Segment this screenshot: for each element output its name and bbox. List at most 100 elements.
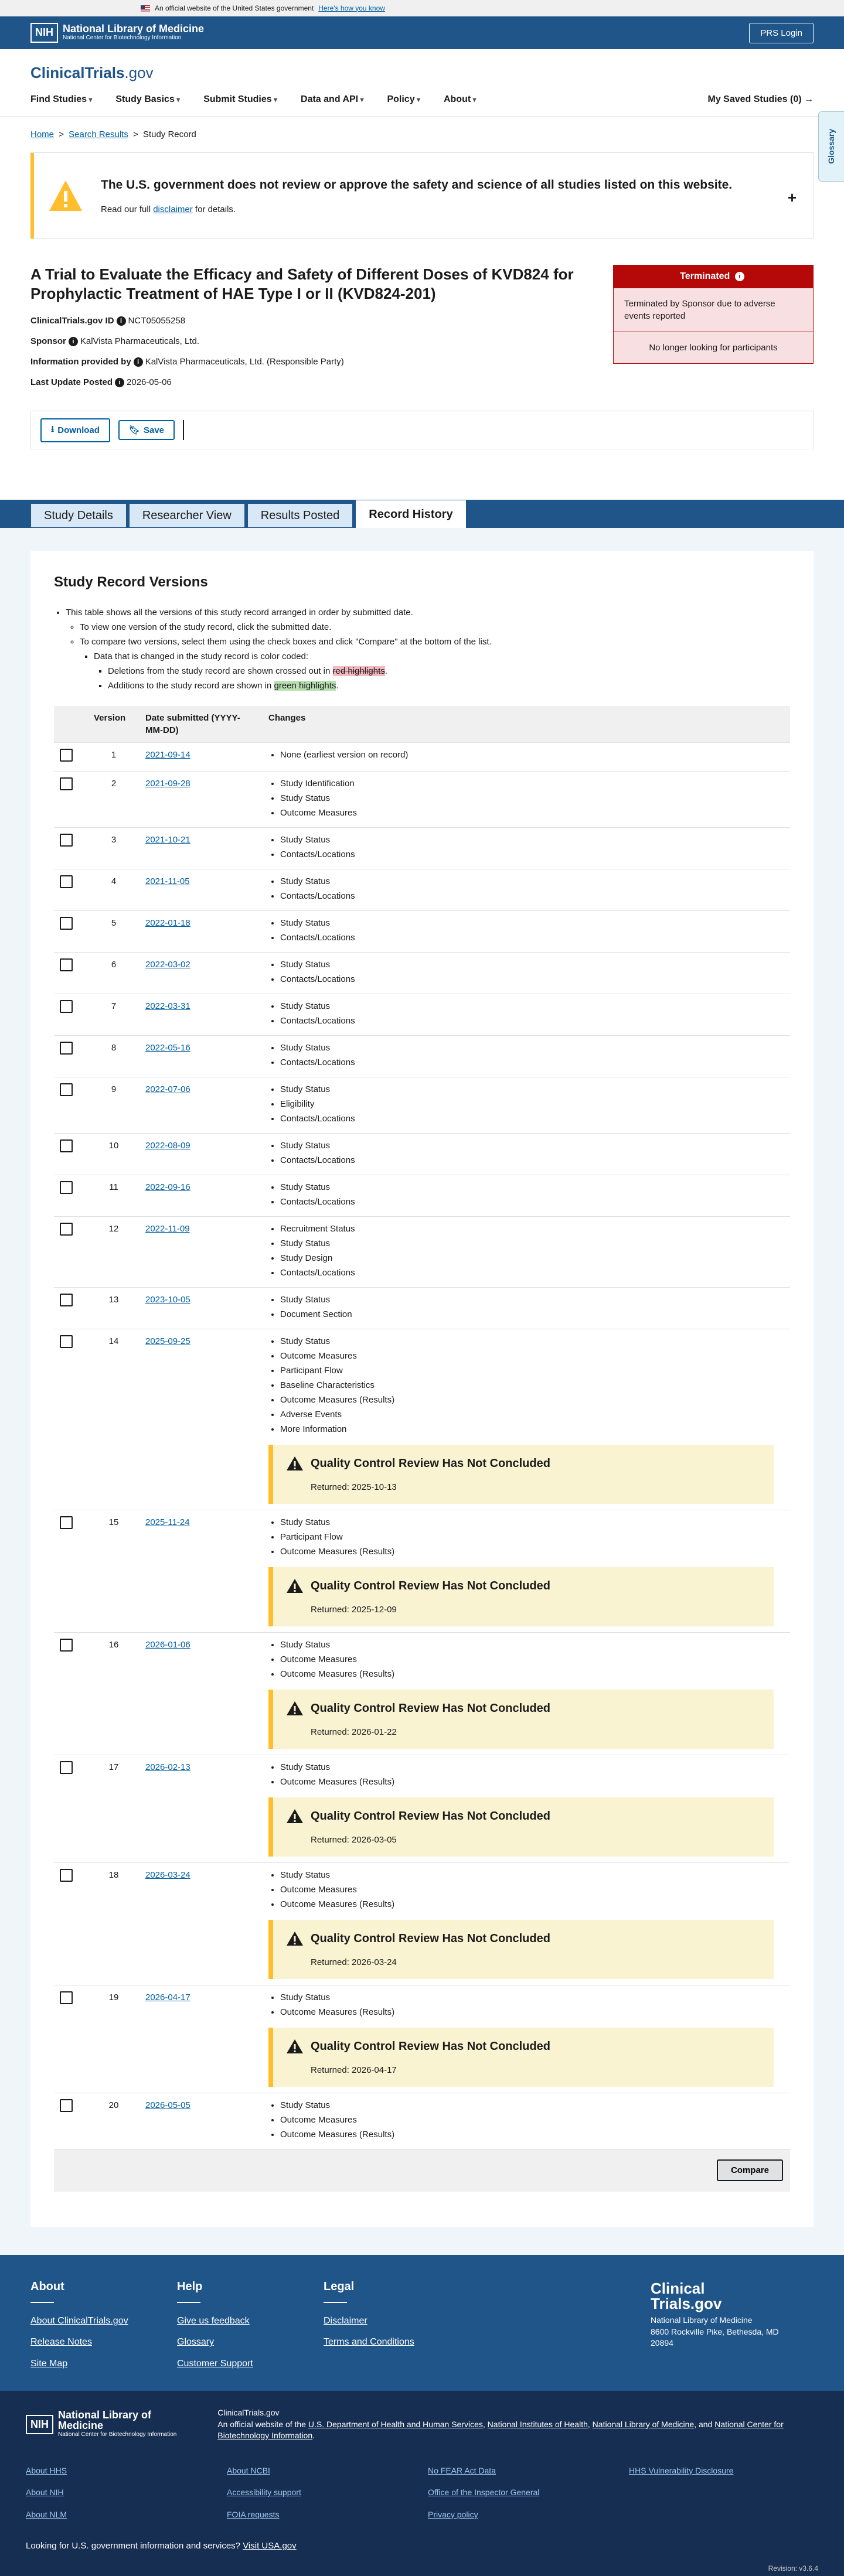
- footer-link[interactable]: About ClinicalTrials.gov: [30, 2315, 177, 2328]
- version-date-link[interactable]: 2022-01-18: [145, 918, 190, 928]
- footer-nlm-link[interactable]: FOIA requests: [227, 2509, 428, 2521]
- version-row: 8 2022-05-16 Study Status Contacts/Location…: [54, 1035, 790, 1077]
- clinicaltrials-logo[interactable]: ClinicalTrials.gov: [30, 62, 814, 83]
- version-checkbox[interactable]: [60, 999, 73, 1013]
- footer-nlm-link[interactable]: Privacy policy: [428, 2509, 629, 2521]
- footer-link[interactable]: Disclaimer: [324, 2315, 470, 2328]
- nav-study-basics[interactable]: Study Basics: [115, 93, 180, 106]
- nih-link[interactable]: National Institutes of Health: [488, 2420, 588, 2429]
- tab-study-details[interactable]: Study Details: [30, 503, 127, 528]
- breadcrumb-home[interactable]: Home: [30, 129, 54, 139]
- glossary-tab[interactable]: Glossary: [818, 111, 844, 182]
- gov-banner-link[interactable]: Here's how you know: [318, 4, 385, 13]
- qc-alert: Quality Control Review Has Not Concluded…: [268, 2027, 774, 2087]
- expand-icon[interactable]: +: [788, 187, 797, 208]
- version-checkbox[interactable]: [60, 916, 73, 930]
- nav-find-studies[interactable]: Find Studies: [30, 93, 92, 106]
- footer-link[interactable]: Site Map: [30, 2357, 177, 2370]
- version-date-link[interactable]: 2022-08-09: [145, 1141, 190, 1151]
- version-number: 20: [88, 2093, 139, 2149]
- version-date-link[interactable]: 2026-03-24: [145, 1870, 190, 1880]
- version-date-link[interactable]: 2021-09-14: [145, 750, 190, 760]
- footer-nlm-link[interactable]: Office of the Inspector General: [428, 2487, 629, 2499]
- hhs-link[interactable]: U.S. Department of Health and Human Serv…: [308, 2420, 483, 2429]
- version-checkbox[interactable]: [60, 1991, 73, 2004]
- version-checkbox[interactable]: [60, 1139, 73, 1152]
- footer-link[interactable]: Terms and Conditions: [324, 2336, 470, 2349]
- save-button[interactable]: 🔖︎ Save: [118, 420, 175, 441]
- footer-link[interactable]: Release Notes: [30, 2336, 177, 2349]
- changes-list: Study Identification Study Status Outcome …: [280, 777, 784, 819]
- tab-results-posted[interactable]: Results Posted: [247, 503, 353, 528]
- version-checkbox[interactable]: [60, 1180, 73, 1194]
- footer-nlm-logo[interactable]: NIH National Library of Medicine Nationa…: [26, 2407, 182, 2442]
- info-icon[interactable]: i: [68, 337, 78, 347]
- col-changes: Changes: [263, 705, 790, 743]
- download-button[interactable]: ⭳ Download: [40, 418, 110, 442]
- nav-data-api[interactable]: Data and API: [301, 93, 363, 106]
- footer-nlm-link[interactable]: About NIH: [26, 2487, 227, 2499]
- version-checkbox[interactable]: [60, 1293, 73, 1306]
- footer-link[interactable]: Glossary: [177, 2336, 324, 2349]
- info-icon[interactable]: i: [133, 357, 143, 367]
- footer-link[interactable]: Give us feedback: [177, 2315, 324, 2328]
- gov-banner: An official website of the United States…: [0, 0, 844, 16]
- sponsor-row: Sponsor i KalVista Pharmaceuticals, Ltd.: [30, 335, 611, 347]
- version-date-link[interactable]: 2023-10-05: [145, 1295, 190, 1305]
- version-checkbox[interactable]: [60, 748, 73, 762]
- version-date-link[interactable]: 2026-02-13: [145, 1762, 190, 1772]
- version-date-link[interactable]: 2022-03-02: [145, 960, 190, 970]
- version-date-link[interactable]: 2021-10-21: [145, 835, 190, 845]
- footer-link[interactable]: Customer Support: [177, 2357, 324, 2370]
- disclaimer-link[interactable]: disclaimer: [153, 204, 193, 214]
- breadcrumb-search[interactable]: Search Results: [69, 129, 128, 139]
- version-checkbox[interactable]: [60, 1083, 73, 1096]
- nlm-link[interactable]: National Library of Medicine: [593, 2420, 695, 2429]
- version-checkbox[interactable]: [60, 1760, 73, 1774]
- nlm-footer: NIH National Library of Medicine Nationa…: [0, 2390, 844, 2576]
- version-date-link[interactable]: 2022-03-31: [145, 1001, 190, 1011]
- version-checkbox[interactable]: [60, 1041, 73, 1055]
- version-date-link[interactable]: 2025-09-25: [145, 1336, 190, 1346]
- info-icon[interactable]: i: [734, 272, 744, 282]
- footer-nlm-link[interactable]: About NLM: [26, 2509, 227, 2521]
- version-checkbox[interactable]: [60, 1868, 73, 1882]
- version-checkbox[interactable]: [60, 958, 73, 971]
- footer-nlm-link[interactable]: About NCBI: [227, 2465, 428, 2477]
- version-checkbox[interactable]: [60, 1638, 73, 1652]
- version-date-link[interactable]: 2026-01-06: [145, 1640, 190, 1650]
- footer-nlm-link[interactable]: HHS Vulnerability Disclosure: [629, 2465, 830, 2477]
- saved-studies-link[interactable]: My Saved Studies (0) →: [708, 93, 814, 106]
- footer-nlm-link[interactable]: No FEAR Act Data: [428, 2465, 629, 2477]
- version-checkbox[interactable]: [60, 875, 73, 888]
- nlm-logo[interactable]: NIH National Library of Medicine Nationa…: [30, 23, 204, 43]
- usa-gov-link[interactable]: Visit USA.gov: [243, 2541, 296, 2551]
- info-icon[interactable]: i: [115, 378, 125, 388]
- version-date-link[interactable]: 2026-05-05: [145, 2100, 190, 2110]
- version-checkbox[interactable]: [60, 1516, 73, 1529]
- version-date-link[interactable]: 2022-11-09: [145, 1224, 190, 1234]
- tab-record-history[interactable]: Record History: [355, 500, 467, 528]
- nav-policy[interactable]: Policy: [387, 93, 420, 106]
- version-date-link[interactable]: 2022-09-16: [145, 1182, 190, 1192]
- version-checkbox[interactable]: [60, 1335, 73, 1348]
- tab-researcher-view[interactable]: Researcher View: [128, 503, 245, 528]
- footer-nlm-link[interactable]: About HHS: [26, 2465, 227, 2477]
- footer-nlm-link[interactable]: Accessibility support: [227, 2487, 428, 2499]
- version-date-link[interactable]: 2021-11-05: [145, 876, 190, 886]
- version-date-link[interactable]: 2025-11-24: [145, 1517, 190, 1527]
- version-date-link[interactable]: 2026-04-17: [145, 1992, 190, 2002]
- compare-button[interactable]: Compare: [716, 2159, 783, 2182]
- version-date-link[interactable]: 2022-05-16: [145, 1043, 190, 1053]
- version-checkbox[interactable]: [60, 1222, 73, 1236]
- nav-submit-studies[interactable]: Submit Studies: [203, 93, 277, 106]
- nav-about[interactable]: About: [444, 93, 477, 106]
- version-date-link[interactable]: 2022-07-06: [145, 1084, 190, 1094]
- prs-login-button[interactable]: PRS Login: [749, 22, 814, 43]
- version-checkbox[interactable]: [60, 833, 73, 847]
- version-date-link[interactable]: 2021-09-28: [145, 779, 190, 789]
- info-icon[interactable]: i: [116, 316, 126, 326]
- version-row: 7 2022-03-31 Study Status Contacts/Location…: [54, 994, 790, 1036]
- version-checkbox[interactable]: [60, 2099, 73, 2112]
- version-checkbox[interactable]: [60, 777, 73, 790]
